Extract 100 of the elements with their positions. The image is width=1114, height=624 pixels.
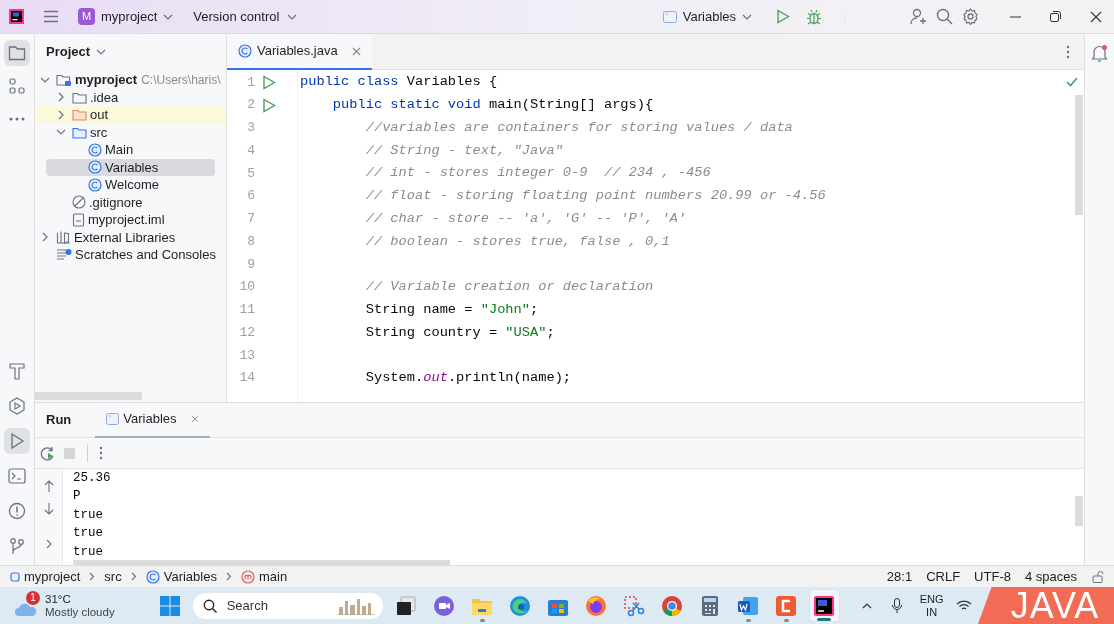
tool-window-button[interactable] (4, 40, 30, 66)
line-number: 8 (246, 232, 255, 251)
buildings-icon (336, 596, 375, 615)
add-user-icon[interactable] (910, 8, 927, 25)
services-icon (8, 397, 26, 415)
tree-item[interactable]: myproject.iml (35, 211, 226, 229)
indent-setting[interactable]: 4 spaces (1024, 566, 1077, 587)
arrow-up-icon[interactable] (43, 480, 54, 492)
folder-icon (72, 90, 87, 104)
minimize-icon[interactable] (1010, 15, 1021, 18)
problems-icon (8, 502, 26, 520)
tree-item[interactable]: Welcome (35, 176, 226, 194)
chevron-up-icon[interactable] (861, 602, 872, 609)
console-output-line: P (73, 488, 81, 506)
version-control-menu[interactable]: Version control (193, 3, 298, 30)
search-icon (202, 598, 217, 613)
project-name: myproject (101, 7, 158, 26)
code-line: // float - storing floating point numbers 20.99 or -4.56 (364, 187, 826, 206)
method-icon (240, 569, 255, 584)
breadcrumb[interactable]: src (104, 566, 122, 587)
hammer-icon (9, 362, 25, 380)
window-icon (106, 413, 120, 425)
editor-tab[interactable]: Variables.java (227, 34, 372, 70)
git-branch-icon (9, 537, 25, 555)
run-icon[interactable] (262, 97, 276, 113)
ide-logo-icon[interactable] (9, 9, 24, 24)
search-icon[interactable] (936, 8, 953, 25)
file-icon (72, 212, 85, 227)
chevron-right-icon (225, 572, 232, 581)
scrollbar[interactable] (1075, 496, 1083, 526)
tree-item[interactable]: out (35, 106, 226, 124)
notification-badge: 1 (26, 590, 40, 605)
scrollbar[interactable] (73, 560, 450, 565)
debug-icon[interactable] (806, 8, 822, 25)
run-icon[interactable] (262, 74, 276, 90)
settings-icon[interactable] (962, 8, 979, 25)
restore-icon[interactable] (1050, 11, 1061, 22)
class-icon (88, 177, 102, 192)
console-output-line: true (73, 543, 103, 561)
microphone-icon[interactable] (891, 598, 902, 613)
search-button[interactable]: Search (192, 592, 383, 619)
start-icon[interactable] (159, 595, 180, 616)
wifi-icon[interactable] (955, 599, 972, 612)
code-line: String country = "USA"; (364, 323, 555, 342)
language-indicator[interactable]: ENG IN (919, 592, 944, 619)
tree-item[interactable]: src (35, 123, 226, 141)
tree-item[interactable]: Scratches and Consoles (35, 246, 226, 264)
file-encoding[interactable]: UTF-8 (974, 566, 1011, 587)
chevron-right-icon[interactable] (40, 232, 50, 243)
run-icon[interactable] (776, 9, 790, 24)
run-configuration-selector[interactable]: Variables (662, 3, 752, 30)
panel-title: Run (46, 411, 72, 430)
code-line: public static void main(String[] args){ (331, 96, 654, 115)
class-icon (88, 160, 102, 175)
weather-widget[interactable]: 1 31°C Mostly cloudy (14, 592, 115, 619)
line-number: 4 (246, 141, 255, 160)
class-icon (238, 44, 252, 58)
project-selector[interactable]: M myproject (76, 3, 176, 30)
code-line: // char - store -- 'a', 'G' -- 'P', 'A' (364, 209, 687, 228)
project-view-selector[interactable]: Project (46, 42, 107, 62)
line-separator[interactable]: CRLF (926, 566, 961, 587)
more-icon[interactable] (1066, 44, 1070, 59)
more-icon[interactable] (99, 446, 103, 460)
structure-icon (9, 78, 25, 94)
channel-banner: JAVA (978, 587, 1114, 624)
tool-window-button[interactable] (4, 428, 30, 454)
notification-bell-icon[interactable] (1091, 44, 1108, 62)
chevron-right-icon (89, 572, 96, 581)
weather-condition: Mostly cloudy (45, 605, 115, 619)
breadcrumb[interactable]: main (240, 566, 288, 587)
scrollbar[interactable] (1075, 95, 1083, 215)
arrow-down-icon[interactable] (43, 503, 54, 515)
chevron-right-icon[interactable] (56, 92, 66, 103)
scrollbar[interactable] (35, 392, 142, 400)
chevron-right-icon[interactable] (56, 109, 66, 120)
check-icon (1066, 77, 1078, 87)
tree-item[interactable]: External Libraries (35, 228, 226, 246)
module-icon (10, 571, 20, 582)
chevron-down-icon (96, 49, 107, 55)
line-number: 12 (238, 323, 255, 342)
menu-icon[interactable] (43, 10, 59, 23)
tree-item[interactable]: Variables (46, 158, 215, 176)
lock-icon[interactable] (1092, 570, 1104, 583)
chevron-down-icon (163, 13, 174, 20)
run-icon (9, 432, 25, 450)
breadcrumb[interactable]: myproject (10, 566, 81, 587)
line-number: 11 (238, 301, 255, 320)
code-line: System.out.println(name); (364, 369, 572, 388)
rerun-icon[interactable] (40, 445, 55, 461)
caret-position[interactable]: 28:1 (886, 566, 913, 587)
tree-item[interactable]: .gitignore (35, 193, 226, 211)
tree-item[interactable]: .idea (35, 88, 226, 106)
breadcrumb[interactable]: Variables (145, 566, 217, 587)
tree-item[interactable]: Main (35, 141, 226, 159)
chevron-right-icon[interactable] (44, 539, 53, 549)
folder-icon (8, 45, 26, 61)
tree-item[interactable]: myproject C:\Users\haris\ (35, 71, 226, 89)
run-tab[interactable]: Variables (95, 402, 210, 438)
line-number: 10 (238, 278, 255, 297)
close-icon[interactable] (1090, 10, 1102, 23)
